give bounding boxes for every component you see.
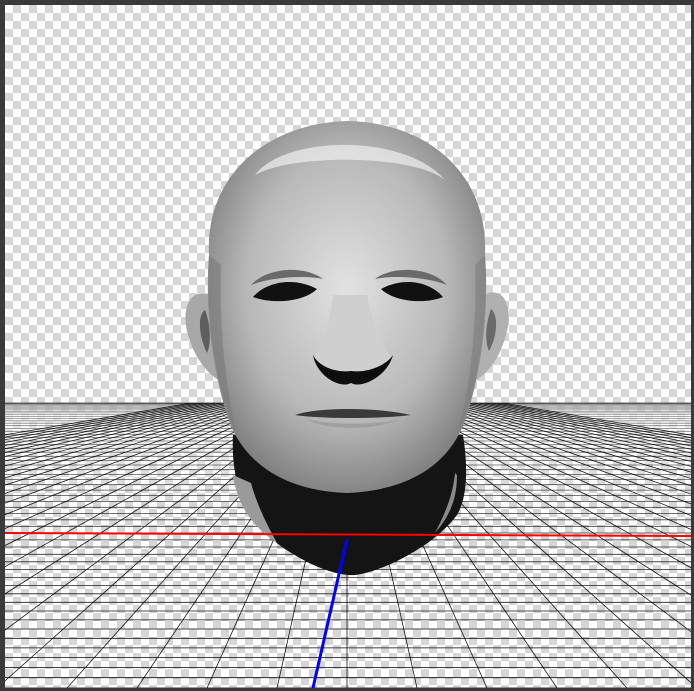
scene-canvas[interactable] — [5, 5, 691, 688]
3d-viewport[interactable] — [0, 0, 694, 691]
